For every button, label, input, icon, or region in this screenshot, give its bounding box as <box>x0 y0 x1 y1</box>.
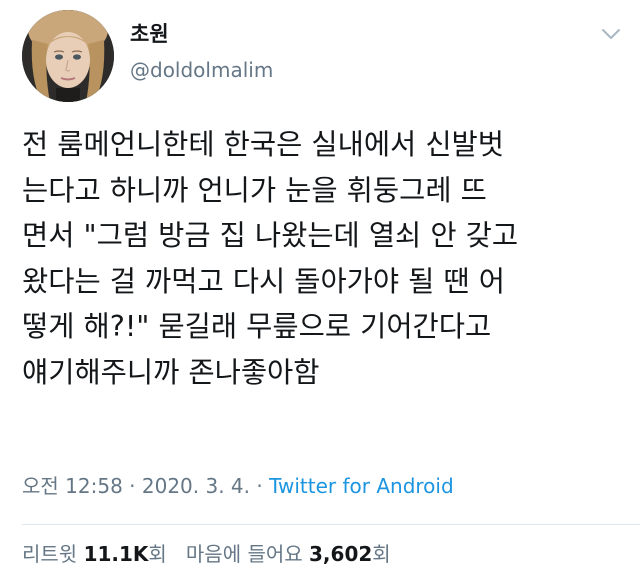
tweet-meta: 오전 12:58 · 2020. 3. 4. · Twitter for And… <box>22 476 454 496</box>
tweet-source-link[interactable]: Twitter for Android <box>269 474 454 498</box>
user-handle[interactable]: @doldolmalim <box>130 60 273 80</box>
retweets-unit: 회 <box>148 542 167 566</box>
tweet-card: 초원 @doldolmalim 전 룸메언니한테 한국은 실내에서 신발벗 는다… <box>0 0 640 587</box>
chevron-down-icon[interactable] <box>600 26 622 42</box>
tweet-stats: 리트윗 11.1K회 마음에 들어요 3,602회 <box>22 544 391 564</box>
likes-label: 마음에 들어요 <box>185 542 303 566</box>
likes-unit: 회 <box>372 542 391 566</box>
tweet-date[interactable]: 2020. 3. 4. <box>142 474 250 498</box>
retweets-stat[interactable]: 리트윗 11.1K회 <box>22 542 167 566</box>
avatar-image <box>22 10 114 102</box>
divider <box>22 524 640 525</box>
display-name[interactable]: 초원 <box>130 24 169 45</box>
avatar[interactable] <box>22 10 114 102</box>
retweets-count: 11.1K <box>83 542 149 566</box>
meta-separator: · <box>250 474 270 498</box>
tweet-text: 전 룸메언니한테 한국은 실내에서 신발벗 는다고 하니까 언니가 눈을 휘둥그… <box>22 128 519 389</box>
retweets-label: 리트윗 <box>22 542 78 566</box>
likes-stat[interactable]: 마음에 들어요 3,602회 <box>186 542 391 566</box>
likes-count: 3,602 <box>309 542 373 566</box>
meta-separator: · <box>122 474 142 498</box>
tweet-time[interactable]: 오전 12:58 <box>22 474 123 498</box>
